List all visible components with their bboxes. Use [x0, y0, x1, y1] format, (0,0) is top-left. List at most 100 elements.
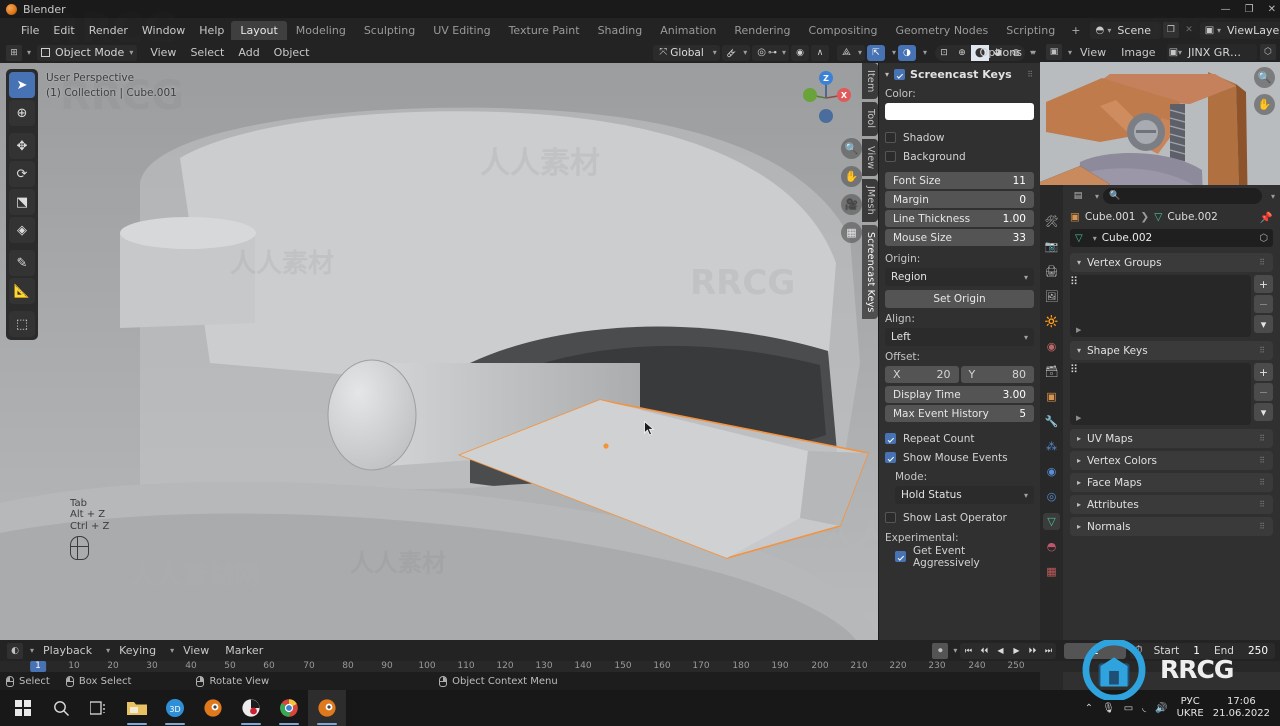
panel-grip-icon[interactable]: ⠿: [1259, 478, 1266, 487]
panel-grip-icon[interactable]: ⠿: [1259, 456, 1266, 465]
physics-properties-tab[interactable]: ◉: [1043, 463, 1060, 480]
texture-properties-tab[interactable]: ▦: [1043, 563, 1060, 580]
particles-properties-tab[interactable]: ⁂: [1043, 438, 1060, 455]
expand-arrow-icon[interactable]: ▶: [1076, 326, 1081, 334]
display-time-field[interactable]: Display Time 3.00: [885, 386, 1034, 403]
workspace-tab-shading[interactable]: Shading: [589, 21, 652, 40]
viewport-gizmo-toggle[interactable]: ⟁ ▾: [837, 44, 865, 61]
panel-header-normals[interactable]: ▸ Normals ⠿: [1070, 517, 1273, 536]
editor-type-button[interactable]: ⊞: [6, 44, 22, 61]
show-mouse-events-checkbox[interactable]: [885, 452, 896, 463]
panel-header-attributes[interactable]: ▸ Attributes ⠿: [1070, 495, 1273, 514]
remove-shape-key-button[interactable]: −: [1254, 383, 1273, 401]
vertex-groups-list[interactable]: ▶ ⠿: [1070, 275, 1251, 337]
panel-grip-icon[interactable]: ⠿: [1259, 434, 1266, 443]
collection-properties-tab[interactable]: 🗃: [1043, 363, 1060, 380]
modifier-properties-tab[interactable]: 🔧: [1043, 413, 1060, 430]
chevron-down-icon[interactable]: ▾: [1271, 192, 1275, 201]
show-last-operator-checkbox[interactable]: [885, 512, 896, 523]
color-swatch[interactable]: [885, 103, 1034, 120]
panel-grip-icon[interactable]: ⠿: [1259, 500, 1266, 509]
line-thickness-field[interactable]: Line Thickness 1.00: [885, 210, 1034, 227]
toggle-xray-icon[interactable]: ◉: [791, 44, 810, 61]
zoom-icon[interactable]: 🔍: [1254, 67, 1275, 88]
gizmo-axis-neg-z[interactable]: [819, 109, 833, 123]
shield-fake-user-icon[interactable]: ⬡: [1260, 44, 1276, 60]
toggle-perspective-icon[interactable]: ▦: [841, 222, 862, 243]
start-frame-value[interactable]: 1: [1186, 645, 1207, 657]
wireframe-shading-icon[interactable]: ⊡: [935, 45, 953, 61]
workspace-tab-layout[interactable]: Layout: [231, 20, 287, 40]
menu-edit[interactable]: Edit: [46, 21, 81, 40]
workspace-tab-uv-editing[interactable]: UV Editing: [424, 21, 499, 40]
panel-header-face-maps[interactable]: ▸ Face Maps ⠿: [1070, 473, 1273, 492]
remove-vertex-group-button[interactable]: −: [1254, 295, 1273, 313]
workspace-tab-texture-paint[interactable]: Texture Paint: [500, 21, 589, 40]
list-resize-grip[interactable]: ⠿: [1070, 363, 1251, 376]
jump-end-icon[interactable]: ⏭: [1040, 643, 1056, 659]
panel-header-shape-keys[interactable]: ▾ Shape Keys ⠿: [1070, 341, 1273, 360]
timeline-menu-marker[interactable]: Marker: [218, 642, 270, 659]
shield-fake-user-icon[interactable]: ⬡: [1259, 233, 1268, 244]
workspace-tab-rendering[interactable]: Rendering: [725, 21, 799, 40]
task-view-icon[interactable]: [80, 690, 118, 726]
windows-start-icon[interactable]: [4, 690, 42, 726]
workspace-tab-scripting[interactable]: Scripting: [997, 21, 1064, 40]
language-indicator[interactable]: РУС UKRE: [1177, 696, 1204, 720]
panel-header-vertex-colors[interactable]: ▸ Vertex Colors ⠿: [1070, 451, 1273, 470]
offset-y-field[interactable]: Y 80: [960, 366, 1034, 383]
substance-painter-icon[interactable]: [232, 690, 270, 726]
workspace-tab-sculpting[interactable]: Sculpting: [355, 21, 424, 40]
sidebar-tab-item[interactable]: Item: [862, 63, 878, 100]
origin-dropdown[interactable]: Region ▾: [885, 268, 1034, 286]
volume-icon[interactable]: 🔊: [1155, 703, 1167, 714]
menu-render[interactable]: Render: [82, 21, 135, 40]
mode-dropdown[interactable]: Hold Status ▾: [895, 486, 1034, 504]
workspace-tab-modeling[interactable]: Modeling: [287, 21, 355, 40]
play-icon[interactable]: ▶: [1008, 643, 1024, 659]
add-workspace-button[interactable]: +: [1064, 21, 1087, 40]
add-shape-key-button[interactable]: +: [1254, 363, 1273, 381]
get-event-aggressively-row[interactable]: Get Event Aggressively: [895, 545, 1034, 569]
next-keyframe-icon[interactable]: ⏵⏵: [1024, 643, 1040, 659]
workspace-tab-geometry-nodes[interactable]: Geometry Nodes: [886, 21, 997, 40]
timeline-menu-playback[interactable]: Playback: [36, 642, 99, 659]
editor-type-button[interactable]: ▤: [1070, 188, 1086, 204]
solid-shading-icon[interactable]: ⊕: [953, 45, 971, 61]
repeat-count-checkbox[interactable]: [885, 433, 896, 444]
pin-icon[interactable]: 📌: [1260, 211, 1273, 224]
play-reverse-icon[interactable]: ◀: [992, 643, 1008, 659]
snapping-selector[interactable]: 🜸 ▾: [721, 44, 751, 61]
viewport-menu-select[interactable]: Select: [183, 44, 231, 61]
add-vertex-group-button[interactable]: +: [1254, 275, 1273, 293]
minimize-button[interactable]: —: [1221, 4, 1231, 15]
add-cube-tool[interactable]: ⬚: [9, 311, 35, 337]
clock[interactable]: 17:06 21.06.2022: [1213, 696, 1270, 720]
annotate-tool[interactable]: ✎: [9, 250, 35, 276]
menu-help[interactable]: Help: [192, 21, 231, 40]
playhead-label[interactable]: 1: [30, 661, 46, 672]
move-tool[interactable]: ✥: [9, 133, 35, 159]
offset-x-field[interactable]: X 20: [885, 366, 959, 383]
transform-tool[interactable]: ◈: [9, 217, 35, 243]
gizmo-axis-y[interactable]: [803, 88, 817, 102]
shadow-row[interactable]: Shadow: [885, 128, 1034, 147]
prev-keyframe-icon[interactable]: ⏴⏴: [976, 643, 992, 659]
mesh-name-field[interactable]: ▽ ▾ Cube.002 ⬡: [1070, 229, 1273, 247]
mode-selector[interactable]: Object Mode ▾: [37, 44, 138, 61]
viewport-menu-add[interactable]: Add: [231, 44, 266, 61]
font-size-field[interactable]: Font Size 11: [885, 172, 1034, 189]
proportional-editing-selector[interactable]: ◎ ⊶ ▾: [752, 44, 790, 61]
falloff-curve-icon[interactable]: ∧: [811, 44, 830, 61]
object-data-properties-tab[interactable]: ▽: [1043, 513, 1060, 530]
max-event-history-field[interactable]: Max Event History 5: [885, 405, 1034, 422]
search-icon[interactable]: [42, 690, 80, 726]
close-button[interactable]: ✕: [1268, 4, 1276, 15]
shape-keys-list[interactable]: ▶ ⠿: [1070, 363, 1251, 425]
expand-arrow-icon[interactable]: ▶: [1076, 414, 1081, 422]
render-properties-tab[interactable]: 📷: [1043, 238, 1060, 255]
timeline-menu-keying[interactable]: Keying: [112, 642, 163, 659]
set-origin-button[interactable]: Set Origin: [885, 290, 1034, 308]
cursor-tool[interactable]: ⊕: [9, 100, 35, 126]
object-properties-tab[interactable]: ▣: [1043, 388, 1060, 405]
